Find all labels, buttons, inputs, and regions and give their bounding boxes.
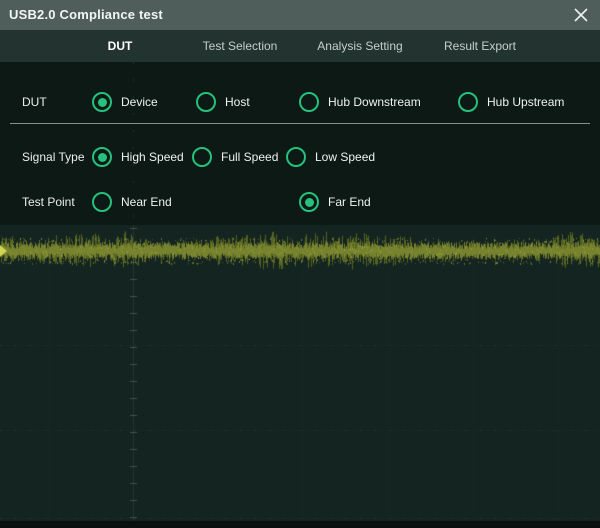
radio-option-high-speed[interactable]: High Speed — [92, 146, 184, 168]
radio-option-hub-downstream[interactable]: Hub Downstream — [299, 91, 421, 113]
radio-icon — [286, 147, 306, 167]
scope-waveform-display — [0, 225, 600, 528]
radio-icon — [192, 147, 212, 167]
radio-icon — [92, 147, 112, 167]
radio-option-hub-upstream[interactable]: Hub Upstream — [458, 91, 564, 113]
radio-option-far-end[interactable]: Far End — [299, 191, 371, 213]
radio-icon — [299, 92, 319, 112]
tab-bar: DUT Test Selection Analysis Setting Resu… — [0, 30, 600, 62]
radio-icon — [196, 92, 216, 112]
section-divider — [10, 123, 590, 124]
tab-test-selection[interactable]: Test Selection — [180, 30, 300, 62]
radio-option-near-end[interactable]: Near End — [92, 191, 172, 213]
radio-icon — [458, 92, 478, 112]
tab-analysis-setting[interactable]: Analysis Setting — [300, 30, 420, 62]
title-bar: USB2.0 Compliance test — [0, 0, 600, 30]
radio-icon — [299, 192, 319, 212]
test-point-row-label: Test Point — [22, 191, 75, 213]
radio-option-full-speed[interactable]: Full Speed — [192, 146, 278, 168]
radio-option-device[interactable]: Device — [92, 91, 158, 113]
close-icon — [573, 7, 589, 23]
dut-row-label: DUT — [22, 91, 47, 113]
signal-type-row-label: Signal Type — [22, 146, 85, 168]
tab-result-export[interactable]: Result Export — [420, 30, 540, 62]
radio-icon — [92, 92, 112, 112]
tab-dut[interactable]: DUT — [60, 30, 180, 62]
usb-compliance-dialog: USB2.0 Compliance test DUT Test Selectio… — [0, 0, 600, 528]
radio-option-host[interactable]: Host — [196, 91, 250, 113]
radio-icon — [92, 192, 112, 212]
radio-option-low-speed[interactable]: Low Speed — [286, 146, 375, 168]
close-button[interactable] — [569, 3, 593, 27]
dialog-title: USB2.0 Compliance test — [9, 0, 163, 30]
